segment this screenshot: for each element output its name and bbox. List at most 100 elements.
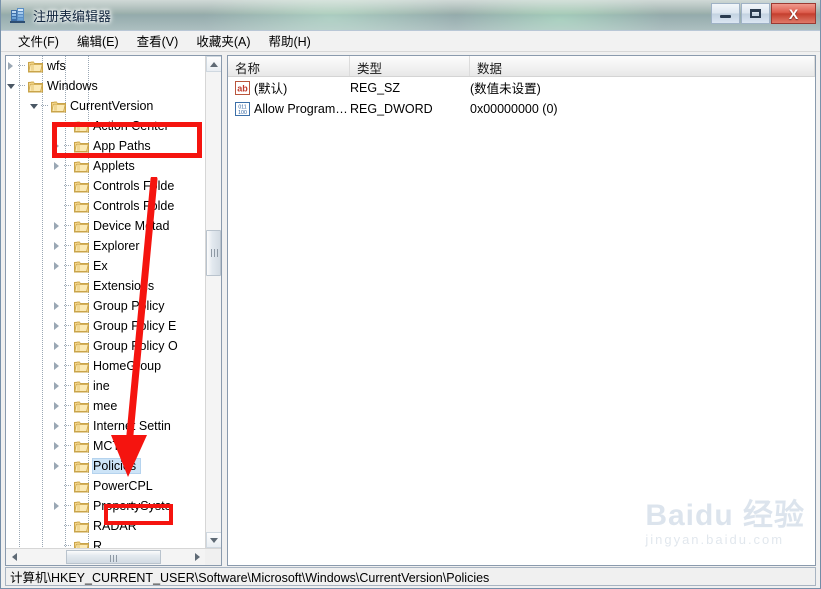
expand-triangle-icon[interactable] [52,376,64,396]
menu-edit[interactable]: 编辑(E) [68,29,128,53]
value-name-cell: 011 100 Allow Program… [228,101,350,116]
folder-icon [74,500,89,513]
expand-triangle-icon[interactable] [52,136,64,156]
tree-item-label: Controls Folde [93,199,175,213]
menu-view[interactable]: 查看(V) [128,29,188,53]
registry-editor-icon [9,6,27,24]
close-button[interactable]: X [771,3,816,24]
tree-item-ine[interactable]: ine [6,376,221,396]
tree-item-r[interactable]: R [6,536,221,548]
folder-icon [74,540,89,548]
expand-triangle-icon[interactable] [52,336,64,356]
tree-item-app-paths[interactable]: App Paths [6,136,221,156]
tree-item-label: Controls Folde [93,179,175,193]
tree-item-label: wfs [47,59,66,73]
tree-item-currentversion[interactable]: CurrentVersion [6,96,221,116]
tree-item-label: Internet Settin [93,419,171,433]
tree-item-label: Policies [91,458,142,474]
scroll-left-icon[interactable] [6,549,22,565]
tree-item-mee[interactable]: mee [6,396,221,416]
tree-item-label: CurrentVersion [70,99,154,113]
tree-vertical-scrollbar[interactable] [205,56,221,548]
expand-triangle-icon[interactable] [52,436,64,456]
expand-triangle-icon[interactable] [52,316,64,336]
tree-horizontal-scrollbar[interactable] [6,548,221,565]
expand-triangle-icon[interactable] [52,356,64,376]
tree-item-label: Extensions [93,279,155,293]
expand-triangle-icon[interactable] [52,296,64,316]
tree-item-applets[interactable]: Applets [6,156,221,176]
scroll-up-icon[interactable] [206,56,221,72]
tree-item-ex[interactable]: Ex [6,256,221,276]
tree-item-label: MCT [93,439,121,453]
scroll-down-icon[interactable] [206,532,221,548]
minimize-button[interactable] [711,3,740,24]
tree-item-controls-folde[interactable]: Controls Folde [6,176,221,196]
column-header-name[interactable]: 名称 [228,56,350,76]
tree-item-action-center[interactable]: Action Center [6,116,221,136]
tree-item-explorer[interactable]: Explorer [6,236,221,256]
tree-item-propertysyste[interactable]: PropertySyste [6,496,221,516]
maximize-icon [750,9,761,18]
tree-item-homegroup[interactable]: HomeGroup [6,356,221,376]
expand-triangle-icon[interactable] [52,396,64,416]
maximize-button[interactable] [741,3,770,24]
tree-item-label: RADAR [93,519,137,533]
column-header-data[interactable]: 数据 [470,56,815,76]
registry-key-tree[interactable]: wfs Windows CurrentVersion Action Center App… [5,55,222,566]
tree-item-device-metad[interactable]: Device Metad [6,216,221,236]
tree-item-group-policy-o[interactable]: Group Policy O [6,336,221,356]
value-row[interactable]: ab (默认) REG_SZ (数值未设置) [228,77,815,98]
tree-scrollbar-thumb[interactable] [206,230,221,276]
tree-item-controls-folde[interactable]: Controls Folde [6,196,221,216]
collapse-triangle-icon[interactable] [6,76,18,96]
tree-item-group-policy-e[interactable]: Group Policy E [6,316,221,336]
tree-connector [64,496,74,516]
tree-item-internet-settin[interactable]: Internet Settin [6,416,221,436]
menu-file[interactable]: 文件(F) [9,29,68,53]
registry-value-list[interactable]: 名称 类型 数据 ab (默认) REG_SZ (数值未设置) 011 100 Allow … [227,55,816,566]
value-name: Allow Program… [254,101,348,116]
tree-item-policies[interactable]: Policies [6,456,221,476]
value-type: REG_SZ [350,80,401,95]
tree-item-mct[interactable]: MCT [6,436,221,456]
glass-highlight [1,0,820,14]
expand-triangle-icon[interactable] [52,256,64,276]
tree-connector [64,216,74,236]
tree-hscrollbar-thumb[interactable] [66,550,161,564]
expand-triangle-icon[interactable] [52,236,64,256]
tree-connector [64,356,74,376]
menu-help[interactable]: 帮助(H) [259,29,319,53]
folder-icon [74,260,89,273]
value-row[interactable]: 011 100 Allow Program… REG_DWORD 0x00000000 … [228,98,815,119]
expand-triangle-icon[interactable] [52,496,64,516]
tree-item-extensions[interactable]: Extensions [6,276,221,296]
expand-triangle-icon[interactable] [52,156,64,176]
tree-connector [64,476,74,496]
tree-item-label: App Paths [93,139,151,153]
tree-item-group-policy[interactable]: Group Policy [6,296,221,316]
tree-item-powercpl[interactable]: PowerCPL [6,476,221,496]
expand-triangle-icon[interactable] [52,116,64,136]
tree-connector [64,336,74,356]
folder-icon [74,240,89,253]
expand-triangle-icon[interactable] [52,216,64,236]
expand-triangle-icon[interactable] [6,56,18,76]
column-header-type[interactable]: 类型 [350,56,470,76]
value-data: 0x00000000 (0) [470,101,558,116]
tree-item-wfs[interactable]: wfs [6,56,221,76]
folder-icon [74,420,89,433]
value-name: (默认) [254,82,288,96]
expand-triangle-icon[interactable] [52,456,64,476]
tree-connector [41,96,51,116]
scroll-right-icon[interactable] [189,549,205,565]
menu-favorites[interactable]: 收藏夹(A) [187,29,259,53]
folder-icon [28,80,43,93]
folder-icon [74,180,89,193]
tree-connector [64,236,74,256]
tree-item-windows[interactable]: Windows [6,76,221,96]
tree-item-radar[interactable]: RADAR [6,516,221,536]
expand-triangle-icon[interactable] [52,416,64,436]
collapse-triangle-icon[interactable] [29,96,41,116]
